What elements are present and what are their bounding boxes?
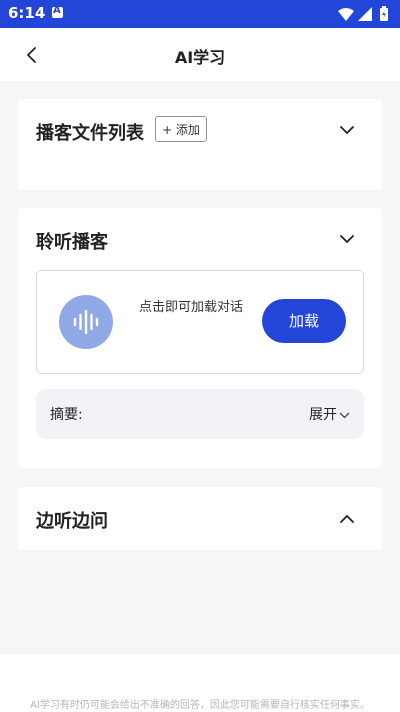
expand-label: 展开 (309, 407, 337, 423)
load-button[interactable]: 加载 (262, 299, 346, 343)
status-bar: 6:14 (0, 0, 400, 28)
listen-title: 聆听播客 (36, 232, 108, 253)
summary-label: 摘要: (50, 407, 83, 423)
podcast-player-box: 点击即可加载对话 加载 (36, 270, 364, 374)
app-header: AI学习 (0, 28, 400, 83)
ask-card: 边听边问 (18, 487, 382, 550)
ask-title: 边听边问 (36, 511, 108, 532)
status-time: 6:14 (8, 4, 46, 22)
file-list-card: 播客文件列表 + 添加 (18, 99, 382, 190)
notification-app-icon (52, 5, 63, 18)
signal-icon (358, 7, 372, 21)
chevron-down-icon (339, 412, 350, 418)
page-title: AI学习 (174, 48, 226, 67)
disclaimer-text: AI学习有时仍可能会给出不准确的回答，因此您可能需要自行核实任何事实。 (30, 700, 370, 711)
wifi-icon (338, 8, 354, 21)
chevron-down-icon[interactable] (340, 235, 354, 244)
expand-summary-toggle[interactable]: 展开 (309, 404, 350, 424)
summary-bar: 摘要: 展开 (36, 389, 364, 439)
battery-icon (380, 6, 388, 21)
file-list-title: 播客文件列表 (36, 123, 144, 144)
chevron-up-icon[interactable] (340, 514, 354, 523)
status-icons (338, 6, 388, 21)
footer-area: AI学习有时仍可能会给出不准确的回答，因此您可能需要自行核实任何事实。 (0, 654, 400, 712)
load-hint-text: 点击即可加载对话 (139, 300, 244, 315)
listen-card: 聆听播客 点击即可加载对话 加载 摘要: 展开 (18, 208, 382, 468)
chevron-down-icon[interactable] (340, 126, 354, 135)
audio-wave-icon (59, 295, 113, 349)
add-file-button[interactable]: + 添加 (155, 116, 207, 142)
